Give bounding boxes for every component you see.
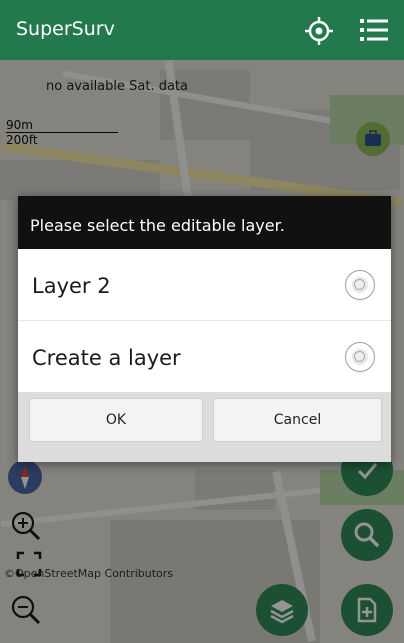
cancel-button[interactable]: Cancel <box>213 398 382 442</box>
menu-button[interactable] <box>360 18 388 42</box>
select-layer-dialog: Please select the editable layer. Layer … <box>18 196 391 462</box>
option-layer-2[interactable]: Layer 2 <box>18 249 391 321</box>
radio-layer-2[interactable] <box>345 270 375 300</box>
option-label: Layer 2 <box>32 274 111 298</box>
dialog-title: Please select the editable layer. <box>18 196 391 249</box>
gps-target-icon <box>305 17 333 45</box>
app-title: SuperSurv <box>16 18 115 40</box>
option-create-layer[interactable]: Create a layer <box>18 321 391 393</box>
menu-list-icon <box>360 19 388 41</box>
radio-create-layer[interactable] <box>345 342 375 372</box>
dialog-button-bar: OK Cancel <box>18 392 391 462</box>
option-label: Create a layer <box>32 346 181 370</box>
app-bar: SuperSurv <box>0 0 404 60</box>
gps-button[interactable] <box>304 16 334 46</box>
ok-button[interactable]: OK <box>29 398 203 442</box>
